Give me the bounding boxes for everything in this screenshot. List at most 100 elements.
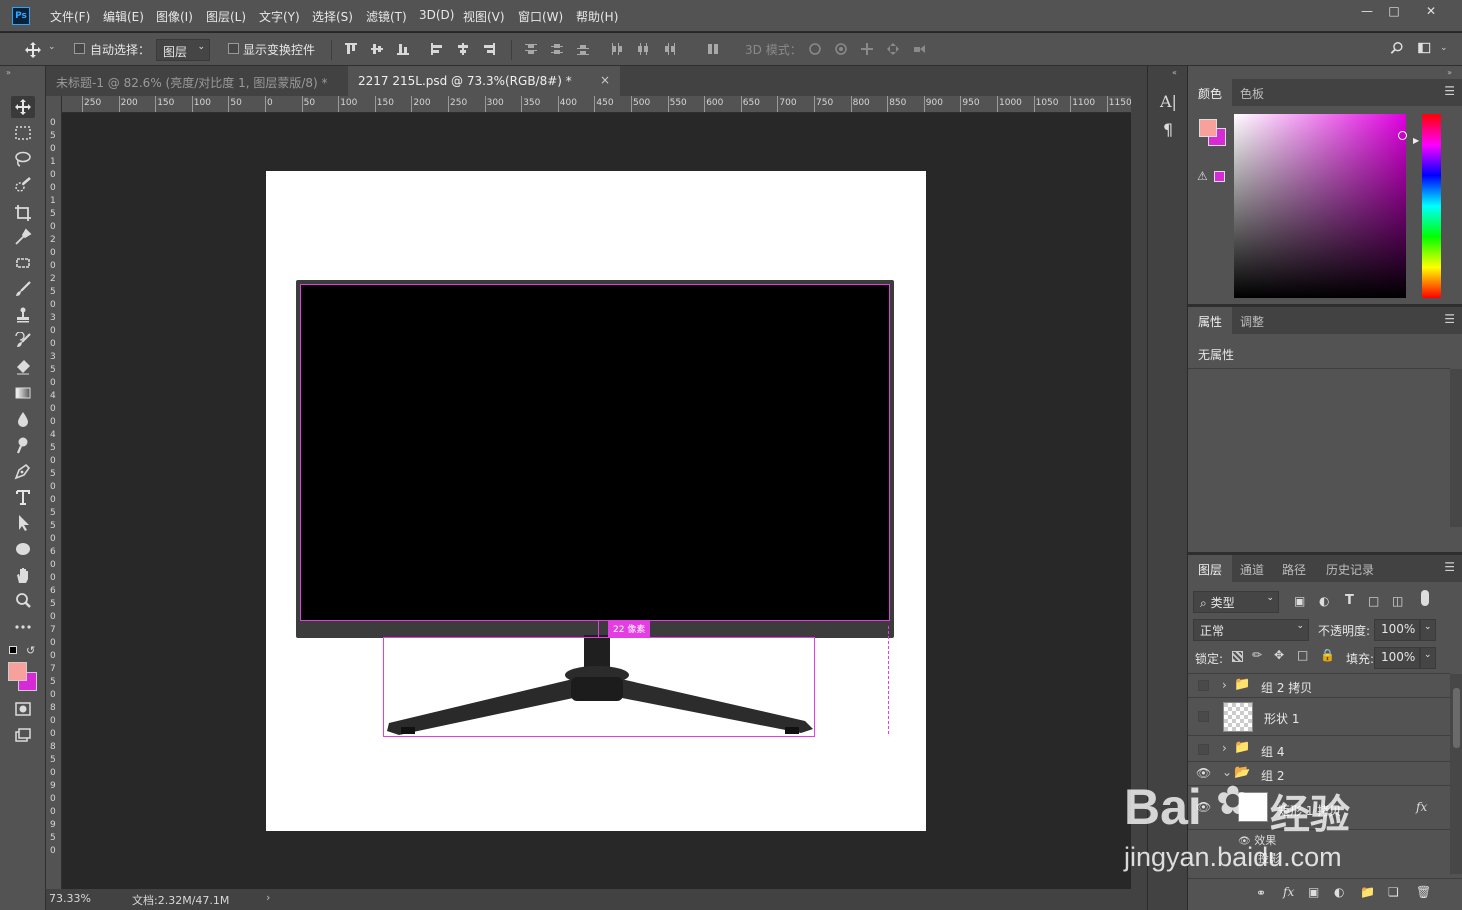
fill-input[interactable]: 100% bbox=[1374, 647, 1420, 669]
scrollbar-thumb[interactable] bbox=[1453, 688, 1460, 748]
new-layer-icon[interactable]: ❏ bbox=[1388, 885, 1399, 899]
chevron-down-icon[interactable]: ⌄ bbox=[1420, 619, 1436, 641]
menu-3d[interactable]: 3D(D) bbox=[419, 8, 454, 22]
3d-slide-icon[interactable] bbox=[886, 42, 900, 56]
layers-scrollbar[interactable] bbox=[1450, 674, 1462, 874]
align-vcenter-icon[interactable] bbox=[370, 42, 384, 56]
filter-smartobject-icon[interactable]: ◫ bbox=[1392, 594, 1403, 608]
ellipse-tool-icon[interactable] bbox=[11, 538, 35, 560]
menu-layer[interactable]: 图层(L) bbox=[206, 8, 246, 25]
search-icon[interactable] bbox=[1390, 41, 1406, 57]
status-menu-arrow-icon[interactable]: › bbox=[266, 891, 270, 904]
eye-icon[interactable]: 👁 bbox=[1238, 836, 1251, 847]
panel-menu-icon[interactable]: ☰ bbox=[1444, 560, 1455, 574]
chevron-right-icon[interactable]: › bbox=[1222, 678, 1227, 692]
color-picker-handle[interactable] bbox=[1398, 131, 1407, 140]
menu-filter[interactable]: 滤镜(T) bbox=[366, 8, 407, 25]
add-style-icon[interactable]: fx bbox=[1283, 885, 1294, 899]
history-brush-tool-icon[interactable] bbox=[11, 330, 35, 352]
gradient-tool-icon[interactable] bbox=[11, 382, 35, 404]
tab-layers[interactable]: 图层 bbox=[1188, 555, 1233, 582]
visibility-toggle[interactable] bbox=[1198, 711, 1209, 722]
menu-select[interactable]: 选择(S) bbox=[312, 8, 353, 25]
align-right-icon[interactable] bbox=[482, 42, 496, 56]
align-hcenter-icon[interactable] bbox=[456, 42, 470, 56]
lock-all-icon[interactable]: 🔒 bbox=[1320, 648, 1335, 662]
menu-view[interactable]: 视图(V) bbox=[463, 8, 505, 25]
tab-history[interactable]: 历史记录 bbox=[1316, 555, 1384, 582]
blend-mode-dropdown[interactable]: 正常 ⌄ bbox=[1193, 619, 1309, 641]
menu-type[interactable]: 文字(Y) bbox=[259, 8, 300, 25]
hue-slider[interactable] bbox=[1422, 114, 1441, 298]
menu-help[interactable]: 帮助(H) bbox=[576, 8, 618, 25]
filter-shape-icon[interactable]: □ bbox=[1368, 594, 1379, 608]
layer-row[interactable]: 形状 1 bbox=[1188, 698, 1450, 736]
visibility-toggle[interactable] bbox=[1198, 680, 1209, 691]
blur-tool-icon[interactable] bbox=[11, 408, 35, 430]
document-canvas[interactable]: 22 像素 bbox=[266, 171, 926, 831]
gamut-swatch[interactable] bbox=[1214, 171, 1225, 182]
horizontal-ruler[interactable]: 250 200 150 100 50 0 50 100 150 200 250 300 350 400 45… bbox=[62, 96, 1131, 113]
hue-slider-pointer-icon[interactable]: ▶ bbox=[1413, 136, 1419, 145]
distribute-hcenter-icon[interactable] bbox=[636, 42, 650, 56]
filter-adjustment-icon[interactable]: ◐ bbox=[1319, 594, 1329, 608]
delete-layer-icon[interactable]: 🗑 bbox=[1416, 885, 1431, 899]
layer-row[interactable]: › 📁 组 4 bbox=[1188, 736, 1450, 762]
paragraph-panel-icon[interactable]: ¶ bbox=[1163, 120, 1173, 139]
panel-menu-icon[interactable]: ☰ bbox=[1444, 84, 1455, 98]
maximize-icon[interactable]: □ bbox=[1381, 2, 1407, 20]
brush-tool-icon[interactable] bbox=[11, 278, 35, 300]
color-field[interactable] bbox=[1234, 114, 1406, 298]
menu-edit[interactable]: 编辑(E) bbox=[103, 8, 144, 25]
tab-color[interactable]: 颜色 bbox=[1188, 79, 1233, 106]
minimize-icon[interactable]: — bbox=[1354, 2, 1380, 20]
tab-properties[interactable]: 属性 bbox=[1188, 307, 1233, 334]
visibility-toggle[interactable] bbox=[1198, 744, 1209, 755]
align-bottom-icon[interactable] bbox=[396, 42, 410, 56]
lock-transparency-icon[interactable] bbox=[1232, 651, 1243, 662]
layer-filter-dropdown[interactable]: ⌕ 类型 ⌄ bbox=[1193, 591, 1279, 613]
lasso-tool-icon[interactable] bbox=[11, 148, 35, 170]
layer-row[interactable]: 👁 矩形 1 拷贝 fx bbox=[1188, 786, 1450, 830]
menu-window[interactable]: 窗口(W) bbox=[518, 8, 563, 25]
distribute-right-icon[interactable] bbox=[662, 42, 676, 56]
character-panel-icon[interactable]: A| bbox=[1160, 92, 1177, 111]
eye-icon[interactable]: 👁 bbox=[1196, 800, 1211, 814]
distribute-left-icon[interactable] bbox=[610, 42, 624, 56]
collapse-icon[interactable]: » bbox=[1447, 68, 1452, 77]
3d-pan-icon[interactable] bbox=[860, 42, 874, 56]
show-transform-checkbox[interactable] bbox=[228, 43, 239, 54]
default-colors-icon[interactable] bbox=[9, 646, 17, 654]
zoom-level[interactable]: 73.33% bbox=[49, 892, 91, 905]
hand-tool-icon[interactable] bbox=[11, 564, 35, 586]
menu-image[interactable]: 图像(I) bbox=[156, 8, 193, 25]
chevron-down-icon[interactable]: ⌄ bbox=[1420, 647, 1436, 669]
dodge-tool-icon[interactable] bbox=[11, 434, 35, 456]
lock-artboard-icon[interactable]: □ bbox=[1297, 648, 1308, 662]
eye-icon[interactable]: 👁 bbox=[1196, 766, 1211, 780]
chevron-down-icon[interactable]: ⌄ bbox=[48, 42, 56, 52]
close-tab-icon[interactable]: × bbox=[600, 73, 610, 87]
distribute-bottom-icon[interactable] bbox=[576, 42, 590, 56]
swap-colors-icon[interactable]: ↺ bbox=[26, 644, 35, 657]
path-selection-tool-icon[interactable] bbox=[11, 512, 35, 534]
filter-toggle[interactable] bbox=[1421, 590, 1429, 606]
align-left-icon[interactable] bbox=[430, 42, 444, 56]
canvas-scrollbar[interactable] bbox=[1131, 96, 1147, 889]
filter-type-icon[interactable]: T bbox=[1345, 593, 1354, 608]
clone-stamp-tool-icon[interactable] bbox=[11, 304, 35, 326]
align-top-icon[interactable] bbox=[344, 42, 358, 56]
distribute-top-icon[interactable] bbox=[524, 42, 538, 56]
quick-mask-icon[interactable] bbox=[11, 698, 35, 720]
panel-menu-icon[interactable]: ☰ bbox=[1444, 312, 1455, 326]
3d-scale-icon[interactable] bbox=[912, 42, 926, 56]
3d-rotate-icon[interactable] bbox=[808, 42, 822, 56]
vertical-ruler[interactable]: 0 5 0 1 0 0 1 5 0 2 0 0 2 5 0 3 0 0 3 5 0 4 0 0 4 5 0 5 0 0 5 5 0 6 0 0 6 5 0 7… bbox=[46, 96, 62, 889]
effects-row[interactable]: 👁 效果 bbox=[1238, 832, 1276, 848]
type-tool-icon[interactable] bbox=[11, 486, 35, 508]
crop-tool-icon[interactable] bbox=[11, 202, 35, 224]
healing-brush-tool-icon[interactable] bbox=[11, 252, 35, 274]
move-tool-icon[interactable] bbox=[11, 96, 35, 118]
opacity-input[interactable]: 100% bbox=[1374, 619, 1420, 641]
properties-scrollbar[interactable] bbox=[1450, 369, 1462, 527]
